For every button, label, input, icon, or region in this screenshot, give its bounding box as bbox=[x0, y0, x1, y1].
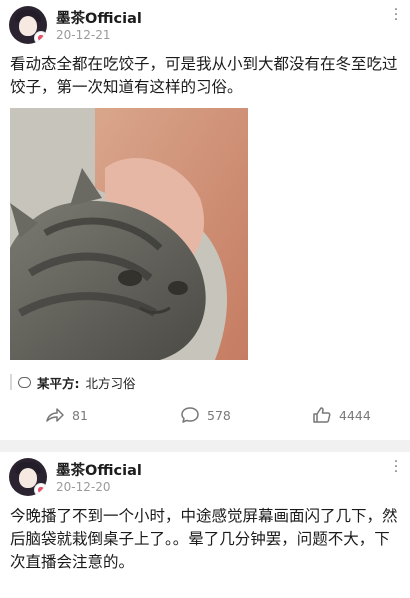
comment-button[interactable]: 578 bbox=[180, 400, 231, 430]
like-button[interactable]: 4444 bbox=[312, 400, 371, 430]
post-card: ● 墨茶Official 20-12-20 · · · 今晚播了不到一个小时，中途感… bbox=[0, 452, 410, 598]
post-actions: 81 578 4444 bbox=[0, 400, 410, 430]
avatar[interactable]: ● bbox=[9, 6, 47, 44]
cat-eating-photo bbox=[10, 108, 248, 360]
share-count: 81 bbox=[72, 407, 88, 423]
thumbs-up-icon bbox=[313, 407, 331, 423]
comment-bubble-icon bbox=[181, 407, 199, 423]
more-vertical-icon[interactable]: · · · bbox=[391, 3, 401, 27]
verified-badge-icon: ● bbox=[34, 483, 47, 496]
verified-badge-icon: ● bbox=[34, 31, 47, 44]
feed-divider bbox=[0, 440, 410, 452]
post-date: 20-12-21 bbox=[56, 28, 111, 42]
post-text: 今晚播了不到一个小时，中途感觉屏幕画面闪了几下，然后脑袋就栽倒桌子上了。。晕了几… bbox=[10, 507, 398, 571]
topic-divider bbox=[10, 374, 12, 390]
username[interactable]: 墨茶Official bbox=[56, 459, 142, 480]
post-date: 20-12-20 bbox=[56, 480, 111, 494]
more-vertical-icon[interactable]: · · · bbox=[391, 455, 401, 479]
post-image[interactable] bbox=[10, 108, 248, 360]
post-header: ● 墨茶Official 20-12-20 · · · bbox=[9, 455, 401, 498]
topic-name: 北方习俗 bbox=[85, 375, 136, 391]
post-text: 看动态全都在吃饺子，可是我从小到大都没有在冬至吃过饺子，第一次知道有这样的习俗。 bbox=[10, 55, 398, 96]
username[interactable]: 墨茶Official bbox=[56, 7, 142, 28]
chat-bubble-icon bbox=[18, 376, 31, 388]
comment-count: 578 bbox=[207, 407, 231, 423]
share-arrow-icon bbox=[46, 408, 64, 422]
like-count: 4444 bbox=[339, 407, 371, 423]
topic-tag[interactable]: 某平方: 北方习俗 bbox=[10, 370, 136, 394]
post-card: ● 墨茶Official 20-12-21 · · · 看动态全都在吃饺子，可是我从… bbox=[0, 0, 410, 440]
topic-label: 某平方: bbox=[37, 375, 80, 391]
post-header: ● 墨茶Official 20-12-21 · · · bbox=[9, 3, 401, 46]
avatar[interactable]: ● bbox=[9, 458, 47, 496]
share-button[interactable]: 81 bbox=[45, 400, 88, 430]
